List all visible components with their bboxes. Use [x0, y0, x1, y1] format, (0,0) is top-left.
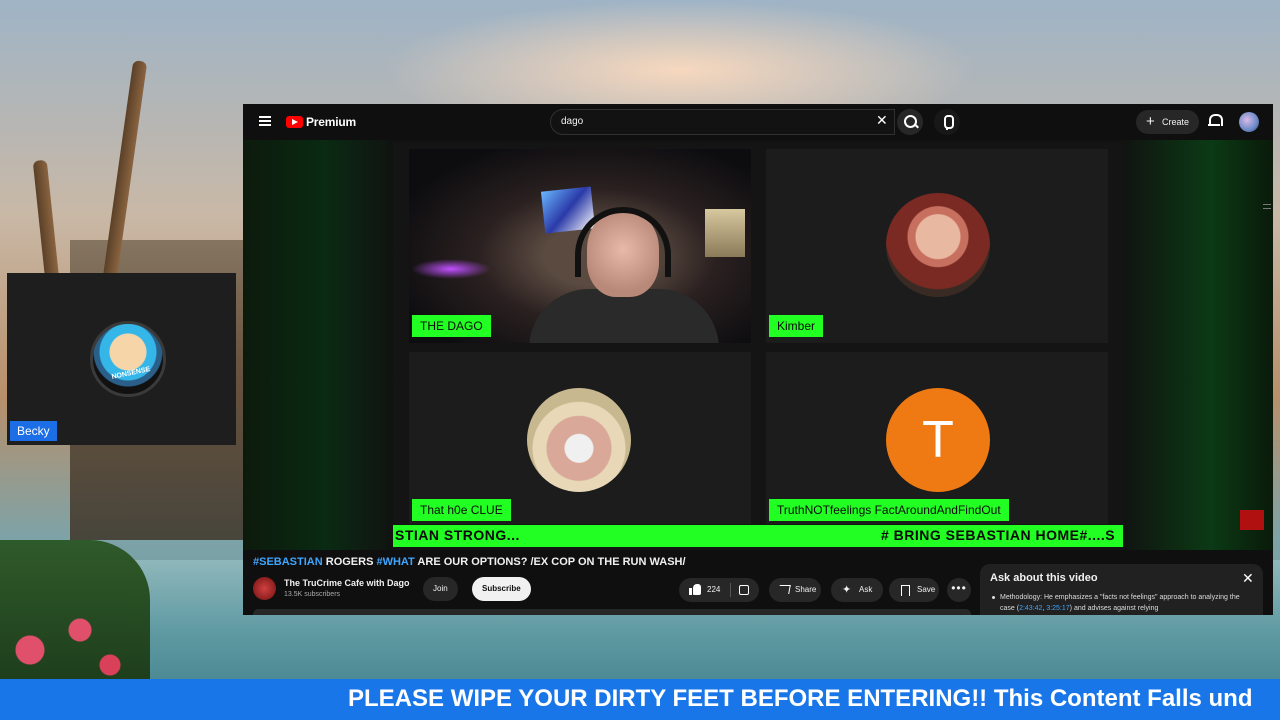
thumbs-up-icon[interactable]	[689, 584, 701, 595]
like-dislike-group: 224	[679, 578, 759, 602]
clear-search-icon[interactable]: ✕	[876, 113, 888, 127]
title-text: ARE OUR OPTIONS? /EX COP ON THE RUN WASH…	[414, 556, 686, 568]
participant-tile: That h0e CLUE	[409, 352, 751, 524]
webcam-feed	[409, 149, 751, 343]
timestamp-link[interactable]: 3:25:17	[1046, 605, 1069, 612]
bullet	[992, 596, 995, 599]
share-label: Share	[795, 585, 817, 594]
ask-text-tail: ) and advises against relying	[1069, 605, 1159, 612]
timestamp-link[interactable]: 2:43:42	[1019, 605, 1042, 612]
masthead: Premium dago ✕ + Create	[243, 104, 1273, 140]
ticker-text-left: STIAN STRONG...	[395, 527, 520, 543]
search-value: dago	[561, 116, 584, 127]
participant-tile: Kimber	[766, 149, 1108, 343]
participant-avatar	[886, 193, 990, 297]
person-shirt	[529, 289, 719, 343]
channel-avatar[interactable]	[253, 577, 276, 600]
join-button[interactable]: Join	[423, 577, 458, 601]
youtube-logo[interactable]: Premium	[286, 115, 356, 129]
search-input[interactable]: dago	[550, 109, 895, 135]
video-player[interactable]: THE DAGO Kimber That h0e CLUE T TruthNOT…	[243, 140, 1273, 550]
ask-panel-text: Methodology: He emphasizes a "facts not …	[1000, 592, 1255, 614]
logo-text: Premium	[306, 115, 356, 129]
participant-name-label: That h0e CLUE	[412, 499, 511, 521]
ask-about-video-panel: Ask about this video ✕ Methodology: He e…	[980, 564, 1263, 615]
participant-name-label: TruthNOTfeelings FactAroundAndFindOut	[769, 499, 1009, 521]
account-avatar[interactable]	[1239, 112, 1259, 132]
plus-icon: +	[1146, 113, 1155, 130]
description-box[interactable]	[253, 609, 971, 615]
subscriber-count: 13.5K subscribers	[284, 591, 341, 598]
ask-label: Ask	[859, 585, 873, 594]
bookmark-icon	[901, 585, 910, 596]
hashtag-link[interactable]: #WHAT	[376, 556, 414, 568]
share-button[interactable]: Share	[769, 578, 821, 602]
ask-button[interactable]: ✦ Ask	[831, 578, 883, 602]
voice-search-button[interactable]	[934, 109, 960, 135]
stream-layout: THE DAGO Kimber That h0e CLUE T TruthNOT…	[393, 142, 1123, 550]
banner-text: PLEASE WIPE YOUR DIRTY FEET BEFORE ENTER…	[348, 685, 1253, 712]
youtube-window: Premium dago ✕ + Create THE DAGO Kimber …	[243, 104, 1273, 615]
ticker-banner: STIAN STRONG... # BRING SEBASTIAN HOME#.…	[393, 525, 1123, 547]
divider	[730, 583, 731, 597]
notifications-bell-icon[interactable]	[1208, 114, 1223, 127]
video-title: #SEBASTIAN ROGERS #WHAT ARE OUR OPTIONS?…	[253, 556, 686, 568]
background-window	[705, 209, 745, 257]
participant-initial-avatar: T	[886, 388, 990, 492]
more-actions-button[interactable]: •••	[947, 578, 971, 602]
hamburger-menu-icon[interactable]	[259, 116, 271, 126]
scrolling-banner: PLEASE WIPE YOUR DIRTY FEET BEFORE ENTER…	[0, 679, 1280, 720]
purple-light	[411, 259, 491, 279]
ask-panel-title: Ask about this video	[990, 572, 1098, 584]
side-participant-tile: NONSENSE Becky	[7, 273, 236, 445]
close-icon[interactable]: ✕	[1242, 570, 1254, 587]
create-button[interactable]: + Create	[1136, 110, 1200, 134]
channel-watermark[interactable]	[1240, 510, 1264, 530]
share-arrow-icon	[778, 585, 791, 594]
participant-name-label: THE DAGO	[412, 315, 491, 337]
avatar-logo-text: NONSENSE	[111, 365, 151, 382]
youtube-play-icon	[286, 116, 303, 128]
save-button[interactable]: Save	[889, 578, 939, 602]
save-label: Save	[917, 585, 936, 594]
panel-toggle-icon[interactable]	[1263, 204, 1271, 209]
flowers	[0, 540, 150, 680]
participant-tile: T TruthNOTfeelings FactAroundAndFindOut	[766, 352, 1108, 524]
participant-name-label: Kimber	[769, 315, 824, 337]
subscribe-button[interactable]: Subscribe	[472, 577, 531, 601]
search-button[interactable]	[897, 109, 923, 135]
hashtag-link[interactable]: #SEBASTIAN	[253, 556, 323, 568]
participant-avatar: NONSENSE	[90, 321, 166, 397]
title-text: ROGERS	[322, 556, 377, 568]
participant-avatar	[527, 388, 631, 492]
participant-name-label: Becky	[10, 421, 57, 441]
participant-tile: THE DAGO	[409, 149, 751, 343]
channel-name[interactable]: The TruCrime Cafe with Dago	[284, 578, 410, 588]
like-count[interactable]: 224	[707, 578, 720, 602]
sparkle-icon: ✦	[842, 584, 852, 596]
thumbs-down-icon[interactable]	[739, 585, 749, 595]
ticker-text-right: # BRING SEBASTIAN HOME#....S	[881, 527, 1116, 543]
create-label: Create	[1162, 117, 1190, 127]
